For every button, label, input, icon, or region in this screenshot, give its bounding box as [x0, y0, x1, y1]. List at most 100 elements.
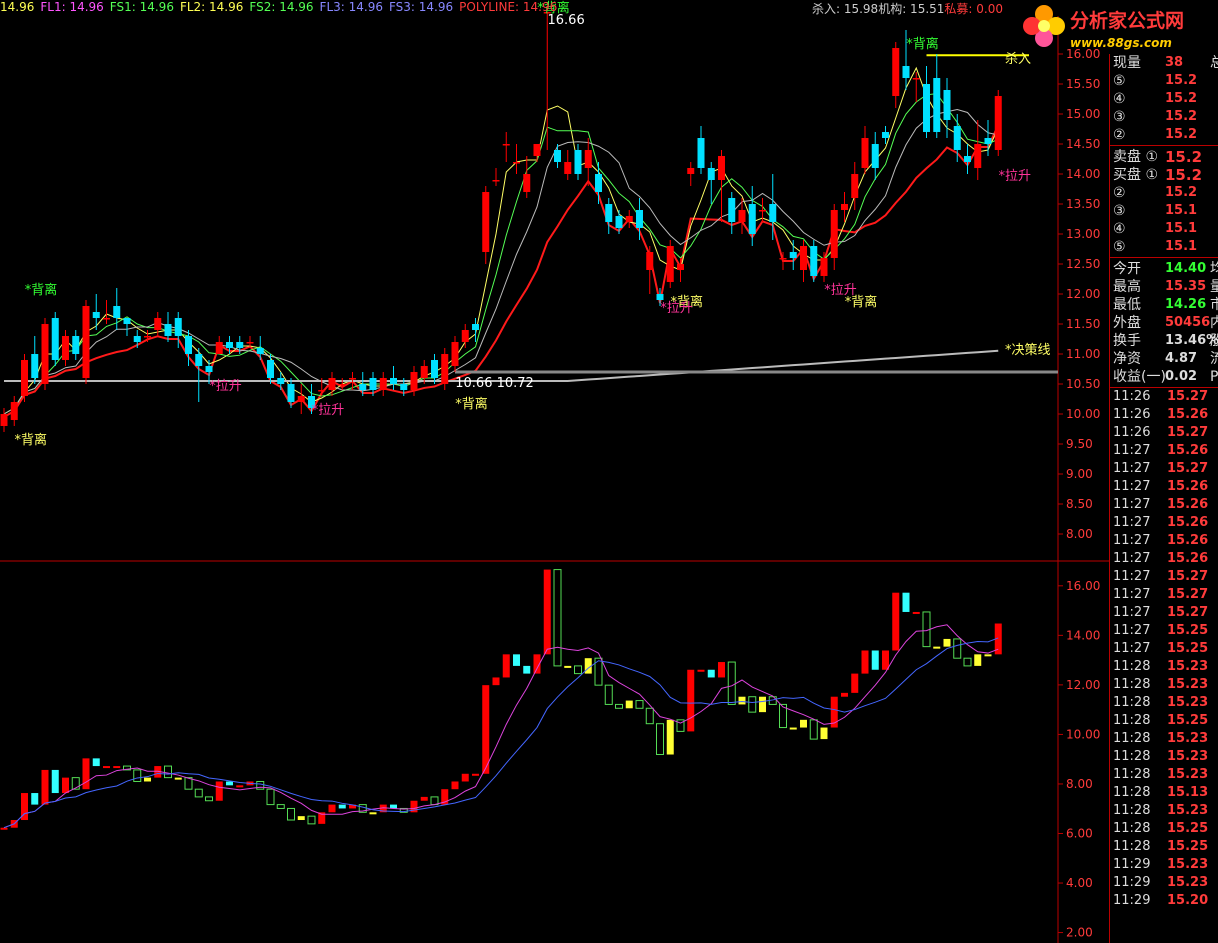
quote-label: 买盘 ①	[1113, 167, 1159, 183]
candle-body	[174, 318, 182, 336]
indicator-bar	[666, 719, 674, 755]
candle-body	[912, 78, 920, 80]
tick-row: 11:26 15.26	[1110, 406, 1218, 424]
tick-time: 11:28	[1113, 695, 1151, 710]
quote-label: ②	[1113, 127, 1126, 143]
quote-panel: 现量 38 总 ⑤ 15.2 ④ 15.2 ③ 15.2 ② 15.2 卖盘 ① 15.2 买盘 ① 15.…	[1109, 54, 1218, 943]
quote-row: 换手 13.46% 股	[1110, 332, 1218, 350]
tick-price: 15.23	[1167, 731, 1209, 746]
candle-body	[974, 144, 982, 168]
candle-body	[164, 324, 172, 336]
quote-cut-label: 总	[1210, 55, 1218, 71]
tick-row: 11:27 15.25	[1110, 640, 1218, 658]
quote-row: 卖盘 ① 15.2	[1110, 148, 1218, 166]
quote-label: ⑤	[1113, 73, 1126, 89]
tick-row: 11:27 15.26	[1110, 514, 1218, 532]
tick-price: 15.23	[1167, 875, 1209, 890]
candle-body	[123, 318, 131, 324]
indicator-bar	[287, 807, 295, 821]
legend-item-7: POLYLINE: 14.96	[459, 0, 558, 14]
indicator-bar	[912, 611, 920, 614]
legend-item-1: FL1: 14.96	[40, 0, 104, 14]
candle-body	[338, 384, 346, 386]
indicator-bar	[604, 684, 613, 705]
indicator-bar	[420, 796, 428, 801]
tick-price: 15.25	[1167, 623, 1209, 638]
candle-body	[92, 312, 100, 318]
tick-time: 11:28	[1113, 821, 1151, 836]
tick-row: 11:27 15.26	[1110, 550, 1218, 568]
tick-price: 15.27	[1167, 605, 1209, 620]
chart-annotation: *背离	[25, 282, 58, 298]
y-tick-label: 15.50	[1066, 77, 1100, 91]
indicator-bar	[513, 654, 520, 666]
legend-right-item-1: 机构: 15.51	[878, 2, 945, 16]
quote-row: ⑤ 15.2	[1110, 72, 1218, 90]
quote-label: 换手	[1113, 333, 1141, 349]
quote-row: 最高 15.35 量	[1110, 278, 1218, 296]
chart-annotation: *背离	[845, 294, 878, 310]
indicator-bar	[92, 758, 100, 767]
y-tick-label: 8.00	[1066, 777, 1093, 791]
tick-time: 11:29	[1113, 857, 1151, 872]
divider	[1110, 257, 1218, 258]
y-tick-label: 14.50	[1066, 137, 1100, 151]
indicator-bar	[851, 673, 859, 693]
quote-label: 现量	[1113, 55, 1141, 71]
candle-body	[267, 360, 274, 378]
candle-body	[226, 342, 233, 348]
candle-body	[533, 144, 541, 156]
candle-body	[789, 252, 797, 258]
tick-price: 15.26	[1167, 533, 1209, 548]
candle-body	[728, 198, 736, 222]
indicator-bar	[41, 769, 49, 805]
indicator-bar	[194, 788, 203, 798]
indicator-bar	[933, 646, 941, 649]
tick-price: 15.23	[1167, 767, 1209, 782]
quote-label: ④	[1113, 221, 1126, 237]
candle-body	[492, 180, 500, 182]
quote-value: 15.1	[1165, 239, 1198, 254]
candle-body	[892, 48, 900, 96]
candle-body	[349, 378, 356, 380]
candle-body	[246, 342, 254, 344]
indicator-bar	[707, 669, 715, 678]
candle-body	[554, 150, 561, 162]
candle-body	[687, 168, 695, 174]
quote-value: 14.40	[1165, 261, 1207, 276]
tick-time: 11:28	[1113, 749, 1151, 764]
tick-price: 15.13	[1167, 785, 1209, 800]
quote-cut-label: 均	[1210, 261, 1218, 277]
quote-row: 外盘 50456 内	[1110, 314, 1218, 332]
quote-row: ④ 15.1	[1110, 220, 1218, 238]
tick-time: 11:28	[1113, 713, 1151, 728]
candle-body	[800, 246, 807, 270]
candle-body	[738, 210, 746, 222]
candle-body	[82, 306, 90, 378]
quote-value: 15.2	[1165, 73, 1198, 88]
quote-row: 净资 4.87 流	[1110, 350, 1218, 368]
tick-price: 15.23	[1167, 749, 1209, 764]
legend-item-3: FL2: 14.96	[179, 0, 244, 14]
tick-row: 11:28 15.23	[1110, 694, 1218, 712]
tick-time: 11:28	[1113, 839, 1151, 854]
candle-body	[51, 318, 59, 360]
chart-annotation: *拉升	[312, 403, 345, 418]
tick-time: 11:27	[1113, 605, 1151, 620]
y-tick-label: 9.00	[1066, 467, 1093, 481]
candle-body	[451, 342, 459, 366]
indicator-bar	[205, 796, 213, 802]
tick-time: 11:28	[1113, 659, 1151, 674]
y-tick-label: 12.50	[1066, 257, 1100, 271]
tick-row: 11:26 15.27	[1110, 424, 1218, 442]
quote-value: 50456	[1165, 315, 1211, 330]
y-tick-label: 2.00	[1066, 926, 1093, 940]
y-tick-label: 12.00	[1066, 678, 1100, 692]
tick-row: 11:27 15.27	[1110, 460, 1218, 478]
quote-cut-label: 流	[1210, 351, 1218, 367]
tick-price: 15.25	[1167, 839, 1209, 854]
candle-body	[810, 246, 818, 276]
candle-body	[205, 366, 213, 372]
candle-body	[595, 174, 602, 192]
quote-row: 买盘 ① 15.2	[1110, 166, 1218, 184]
